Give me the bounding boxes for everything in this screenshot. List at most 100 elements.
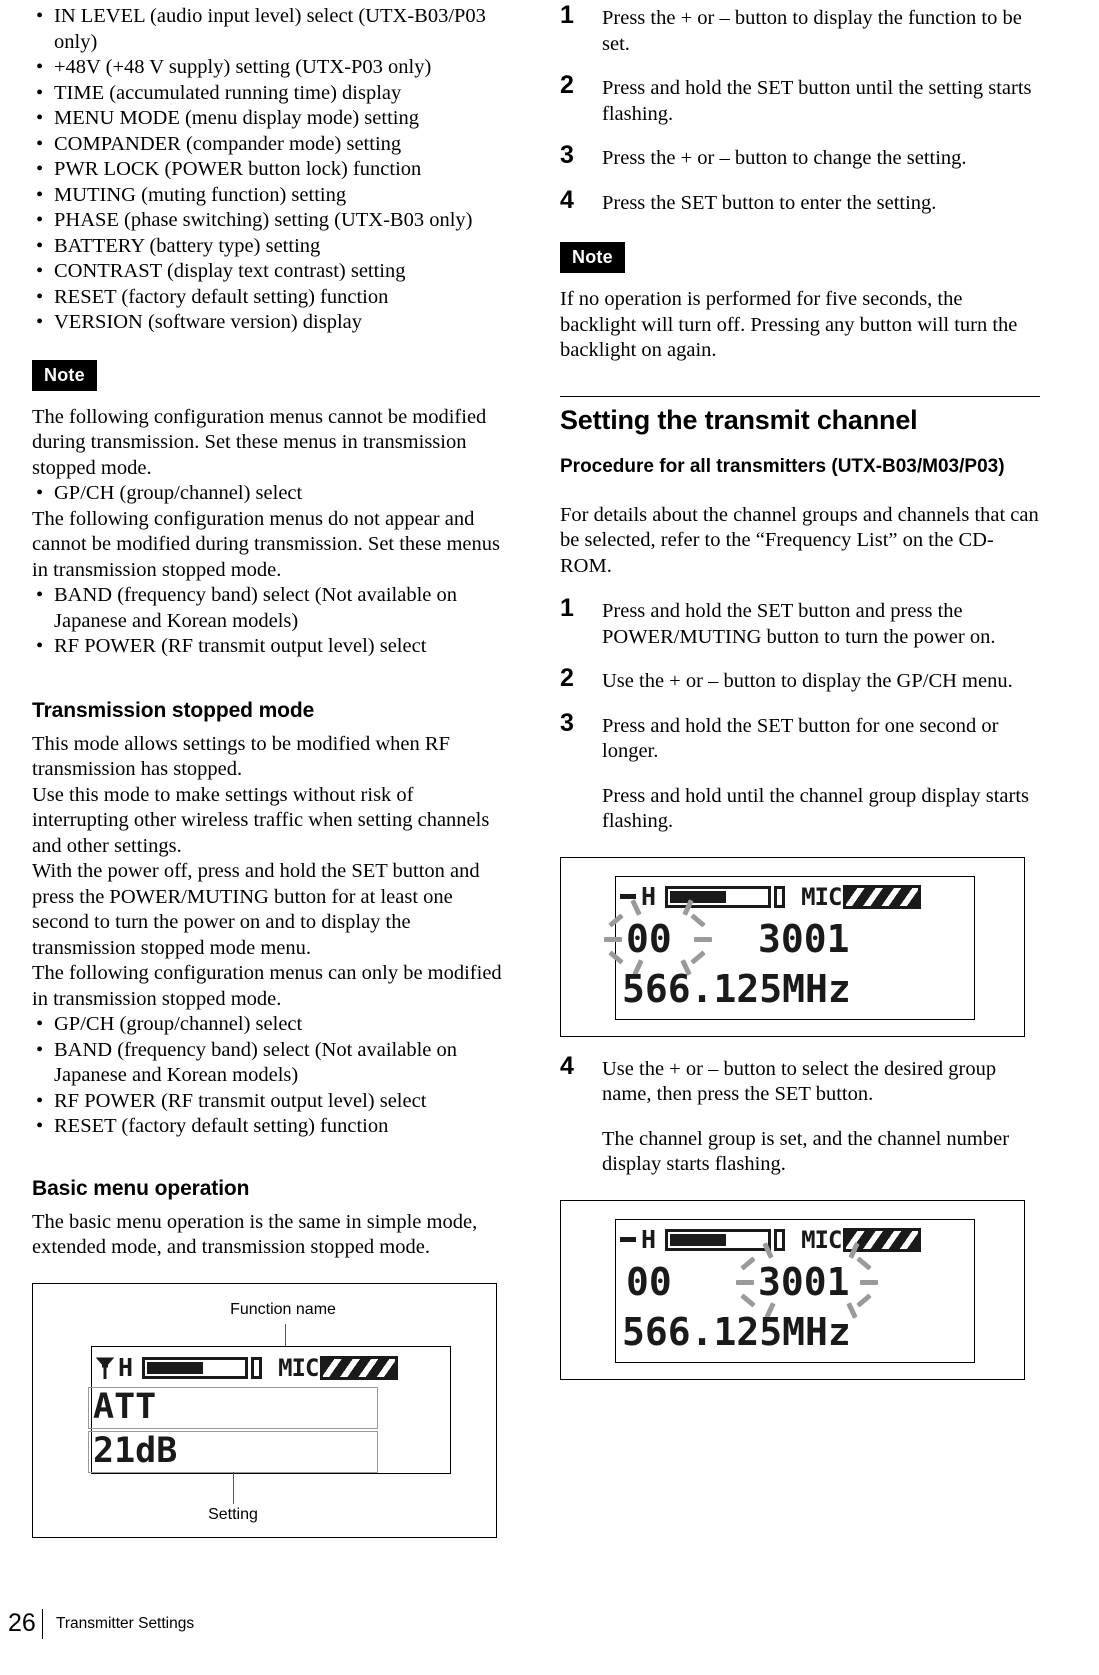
transmission-paragraph-3: With the power off, press and hold the S… [32,860,480,959]
list-item: VERSION (software version) display [32,310,512,336]
step-basic-3: 3 Press the + or – button to change the … [560,141,1040,172]
flash-mark [856,1255,872,1271]
note-bullets-2: BAND (frequency band) select (Not availa… [32,583,512,660]
step-channel-2: 2 Use the + or – button to display the G… [560,664,1040,695]
battery-cap-icon [251,1356,263,1379]
list-item: BAND (frequency band) select (Not availa… [32,1038,512,1089]
heading-transmission-stopped-mode: Transmission stopped mode [32,698,315,722]
lcd-display-channel-flashing: H MIC 00 3001 566.125MHz [615,1218,975,1363]
battery-fill [670,890,727,903]
battery-icon [665,885,772,908]
list-item: GP/CH (group/channel) select [32,481,512,507]
page-number: 26 [8,1609,36,1637]
lcd-channel-number: 3001 [758,1259,850,1304]
antenna-icon [95,1355,122,1381]
flash-mark [690,912,706,928]
right-column: 1 Press the + or – button to display the… [560,0,1040,1380]
left-column: IN LEVEL (audio input level) select (UTX… [32,0,512,1538]
intro-paragraph: For details about the channel groups and… [560,503,1039,577]
transmission-paragraph-2: Use this mode to make settings without r… [32,783,490,857]
flash-mark [740,1292,756,1308]
step-text: Press and hold the SET button for one se… [602,714,999,763]
step-channel-1: 1 Press and hold the SET button and pres… [560,594,1040,650]
rf-level-indicator: H [641,1225,657,1254]
step-text: Press and hold the SET button and press … [602,600,996,648]
step-text: Use the + or – button to select the desi… [602,1057,997,1106]
lcd-channel-number: 3001 [758,916,850,961]
footer-divider [42,1609,44,1639]
note-badge: Note [560,242,625,273]
list-item: MENU MODE (menu display mode) setting [32,106,512,132]
step-number: 1 [560,594,574,622]
list-item: GP/CH (group/channel) select [32,1012,512,1038]
step-text: Press the + or – button to change the se… [602,147,967,169]
heading-setting-transmit-channel: Setting the transmit channel [560,404,918,435]
transmission-paragraph-1: This mode allows settings to be modified… [32,732,450,781]
list-item: RESET (factory default setting) function [32,1114,512,1140]
step-number: 4 [560,185,574,214]
step-number: 2 [560,71,574,99]
list-item: BATTERY (battery type) setting [32,234,512,260]
step-number: 4 [560,1051,574,1080]
battery-fill [147,1361,204,1374]
lcd-display-basic-menu: H MIC ATT 21dB [88,1345,451,1474]
battery-icon [142,1356,249,1379]
basic-menu-paragraph: The basic menu operation is the same in … [32,1210,478,1259]
list-item: MUTING (muting function) setting [32,183,512,209]
step-basic-1: 1 Press the + or – button to display the… [560,1,1040,57]
figure-basic-menu-display: Function name H MIC ATT 21dB Setting [32,1282,497,1538]
list-item: CONTRAST (display text contrast) setting [32,259,512,285]
step-basic-2: 2 Press and hold the SET button until th… [560,71,1040,127]
step-subtext: The channel group is set, and the channe… [602,1127,1010,1176]
page-footer: 26 Transmitter Settings [0,1607,1099,1643]
lcd-function-name-box: ATT [88,1386,378,1429]
lcd-frequency: 566.125MHz [622,966,851,1011]
flash-mark [608,949,624,965]
flash-mark [736,1279,754,1285]
manual-page: IN LEVEL (audio input level) select (UTX… [0,0,1099,1675]
figure-lcd-group-flashing: H MIC 00 3001 566.125MHz [560,856,1025,1037]
lcd-display-group-flashing: H MIC 00 3001 566.125MHz [604,875,975,1020]
lcd-channel-group: 00 [626,1259,672,1304]
audio-level-meter-icon [843,884,922,909]
list-item: PWR LOCK (POWER button lock) function [32,157,512,183]
flash-mark [694,936,712,942]
mic-label: MIC [801,1225,842,1254]
step-number: 3 [560,141,574,169]
list-item: +48V (+48 V supply) setting (UTX-P03 onl… [32,55,512,81]
flash-mark [690,949,706,965]
battery-cap-icon [774,1228,786,1251]
list-item: RF POWER (RF transmit output level) sele… [32,634,512,660]
step-text: Press the + or – button to display the f… [602,7,1022,55]
subheading-procedure: Procedure for all transmitters (UTX-B03/… [560,455,1005,477]
step-channel-4: 4 Use the + or – button to select the de… [560,1051,1040,1178]
step-subtext: Press and hold until the channel group d… [602,784,1030,833]
note-badge: Note [32,359,97,391]
leader-line-bottom [233,1471,235,1504]
list-item: RESET (factory default setting) function [32,285,512,311]
footer-section-label: Transmitter Settings [56,1615,195,1632]
step-number: 1 [560,1,574,29]
transmission-bullets: GP/CH (group/channel) select BAND (frequ… [32,1012,512,1140]
lcd-setting-box: 21dB [88,1430,378,1473]
list-item: IN LEVEL (audio input level) select (UTX… [32,4,512,55]
lcd-channel-group: 00 [626,916,672,961]
note-bullets-1: GP/CH (group/channel) select [32,481,512,507]
note-paragraph-2: The following configuration menus do not… [32,507,501,581]
battery-icon [665,1228,772,1251]
flash-mark [740,1255,756,1271]
step-text: Use the + or – button to display the GP/… [602,670,1013,692]
transmission-paragraph-4: The following configuration menus can on… [32,962,502,1010]
lcd-setting-value: 21dB [93,1431,178,1471]
section-divider [560,395,1040,397]
step-channel-3: 3 Press and hold the SET button for one … [560,708,1040,835]
flash-mark [604,936,622,942]
list-item: RF POWER (RF transmit output level) sele… [32,1089,512,1115]
step-text: Press and hold the SET button until the … [602,77,1032,125]
step-text: Press the SET button to enter the settin… [602,191,937,214]
step-number: 3 [560,708,574,737]
dash-indicator-icon [620,894,636,899]
step-number: 2 [560,664,574,692]
mic-label: MIC [278,1353,319,1382]
list-item: PHASE (phase switching) setting (UTX-B03… [32,208,512,234]
